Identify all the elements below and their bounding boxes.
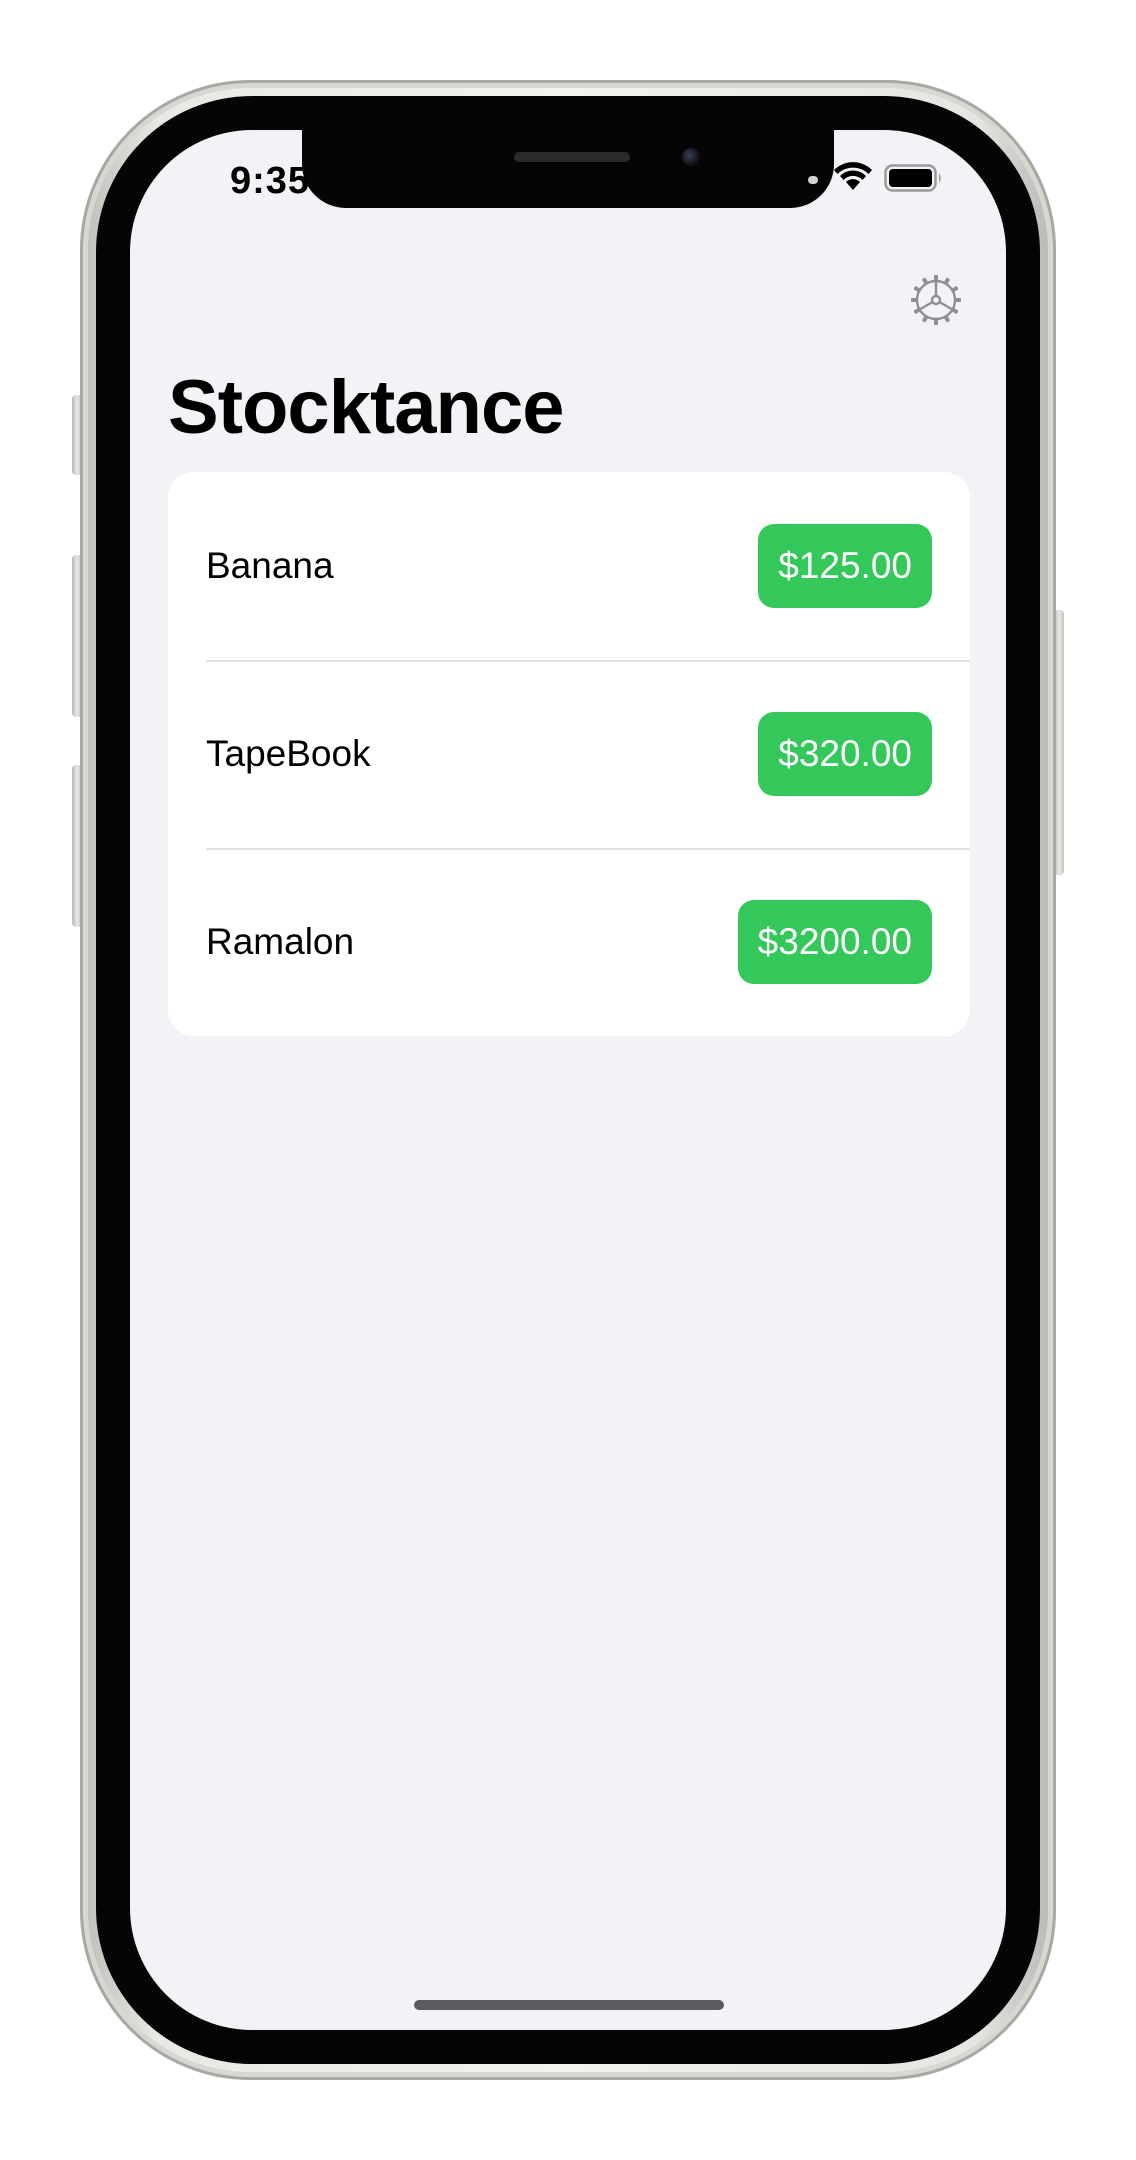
- price-badge[interactable]: $320.00: [758, 712, 932, 796]
- status-time: 9:35: [230, 160, 311, 202]
- stock-list: Banana $125.00 TapeBook $320.00 Ramalon …: [168, 472, 970, 1036]
- stock-row-ramalon[interactable]: Ramalon $3200.00: [168, 848, 970, 1036]
- front-camera: [682, 148, 700, 166]
- gear-icon[interactable]: [908, 272, 964, 328]
- price-badge[interactable]: $3200.00: [737, 900, 932, 984]
- stock-row-tapebook[interactable]: TapeBook $320.00: [168, 660, 970, 848]
- battery-icon: [884, 164, 941, 192]
- page-title: Stocktance: [168, 365, 564, 450]
- wifi-icon: [834, 162, 872, 190]
- stock-name: TapeBook: [206, 733, 371, 774]
- stock-row-banana[interactable]: Banana $125.00: [168, 472, 970, 660]
- app-screen: 9:35 Stocktance Banana $125.00 TapeBook …: [130, 130, 1006, 2030]
- stock-name: Banana: [206, 545, 334, 586]
- stock-name: Ramalon: [206, 921, 355, 962]
- notch: [302, 130, 834, 208]
- price-badge[interactable]: $125.00: [758, 524, 932, 608]
- signal-icon: [808, 176, 818, 184]
- device-mockup: 9:35 Stocktance Banana $125.00 TapeBook …: [0, 0, 1136, 2160]
- home-indicator[interactable]: [414, 2000, 724, 2010]
- speaker: [514, 152, 630, 162]
